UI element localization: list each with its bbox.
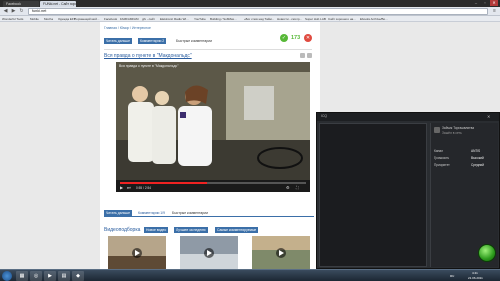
filter-best-week[interactable]: Лучшее за неделю <box>174 227 208 233</box>
start-button[interactable] <box>2 271 12 281</box>
icq-window[interactable]: ICQ ✕ Зайчик Торгашвлитва Зашёл в сеть К… <box>316 112 500 269</box>
browser-toolbar: ◀ ▶ ↻ funki.net ≡ <box>0 7 500 16</box>
filter-new-videos[interactable]: Новое видео <box>144 227 169 233</box>
read-more-button-2[interactable]: Читать дальше <box>104 210 132 216</box>
info-icon[interactable] <box>307 53 312 58</box>
reload-icon[interactable]: ↻ <box>18 8 25 15</box>
explorer-icon[interactable]: ▦ <box>16 271 28 281</box>
chat-pane[interactable] <box>319 123 427 267</box>
thumbnail-image <box>180 236 238 270</box>
breadcrumb[interactable]: Главная / Юмор / Интересное <box>104 26 151 30</box>
comments-button[interactable]: Комментарии 2 <box>138 38 167 44</box>
folder-icon[interactable]: ▤ <box>58 271 70 281</box>
tray-lang[interactable]: RU <box>450 274 454 278</box>
contact-status: Зашёл в сеть <box>442 131 462 135</box>
bookmark-item[interactable]: Mocha <box>44 16 53 22</box>
video-thumbnail[interactable] <box>252 236 310 270</box>
label-volume: Громкость <box>434 156 450 160</box>
quick-comments-tab[interactable]: Быстрые комментарии <box>172 210 208 216</box>
green-status-orb[interactable] <box>478 244 496 262</box>
video-thumbnail[interactable] <box>108 236 166 270</box>
app-title: ICQ <box>321 114 328 118</box>
label-priority: Приоритет <box>434 163 450 167</box>
close-icon[interactable]: ✕ <box>490 0 498 6</box>
forward-icon[interactable]: ▶ <box>10 8 17 15</box>
clock-time[interactable]: 4:41 <box>472 271 478 275</box>
like-button[interactable]: ✓ <box>280 34 288 42</box>
value-channel[interactable]: ANTiS <box>471 149 480 153</box>
taskbar: ▦ ◎ ▶ ▤ ◆ RU 4:41 21.06.2011 <box>0 269 500 281</box>
video-thumbnail[interactable] <box>180 236 238 270</box>
label-channel: Канал <box>434 149 444 153</box>
bookmark-item[interactable]: Порхающий мой... <box>74 16 99 22</box>
comments-tab[interactable]: Комментарии 1/9 <box>138 210 165 216</box>
videos-section-title: Видеоподборка <box>104 227 141 233</box>
settings-icon[interactable]: ⚙ <box>286 185 290 191</box>
bookmark-item[interactable]: Mobile <box>30 16 39 22</box>
value-volume[interactable]: Высокий <box>471 156 484 160</box>
app-close-icon[interactable]: ✕ <box>487 114 490 119</box>
video-title: Вся правда о пункте в "Макдональдс" <box>119 64 179 68</box>
wrench-icon[interactable]: ≡ <box>491 8 498 15</box>
avatar <box>434 127 440 133</box>
contact-name: Зайчик Торгашвлитва <box>442 126 475 130</box>
bookmark-item[interactable]: Одежда EFT <box>58 16 76 22</box>
read-more-button[interactable]: Читать дальше <box>104 38 132 44</box>
minimize-icon[interactable]: – <box>472 0 480 6</box>
thumbnail-image <box>252 236 310 270</box>
dislike-button[interactable]: ✕ <box>304 34 312 42</box>
address-bar[interactable]: funki.net <box>28 8 488 15</box>
share-icon[interactable] <box>300 53 305 58</box>
bookmark-item[interactable]: Wonderful Tools <box>2 16 23 22</box>
video-frame[interactable]: Вся правда о пункте в "Макдональдс" <box>116 62 310 180</box>
next-icon[interactable]: ⏭ <box>127 185 131 191</box>
maximize-icon[interactable]: ▫ <box>481 0 489 6</box>
comment-tabs: Читать дальше Комментарии 1/9 Быстрые ко… <box>104 210 314 217</box>
quick-comments-link[interactable]: Быстрые комментарии <box>176 38 212 44</box>
player-controls: ▶ ⏭ 0:55 / 2:54 ⚙ ⛶ <box>116 180 310 192</box>
bookmark-item[interactable]: Сайт хорошего на... <box>328 16 356 22</box>
player-time: 0:55 / 2:54 <box>136 186 152 190</box>
divider <box>104 49 312 50</box>
bookmark-item[interactable]: Ebooks Archive/Bo... <box>360 16 388 22</box>
back-icon[interactable]: ◀ <box>2 8 9 15</box>
media-icon[interactable]: ▶ <box>44 271 56 281</box>
clock-date[interactable]: 21.06.2011 <box>468 276 483 280</box>
progress-fill <box>120 182 208 184</box>
thumbnail-image <box>108 236 166 270</box>
post-title[interactable]: Вся правда о пункте в "Макдональдс" <box>104 53 192 59</box>
progress-bar[interactable] <box>120 182 306 184</box>
fullscreen-icon[interactable]: ⛶ <box>296 185 299 191</box>
app-icon[interactable]: ◆ <box>72 271 84 281</box>
value-priority[interactable]: Средний <box>471 163 484 167</box>
filter-most-commented[interactable]: Самые комментируемые <box>215 227 259 233</box>
app-titlebar[interactable]: ICQ ✕ <box>317 113 499 121</box>
play-icon[interactable]: ▶ <box>120 185 123 191</box>
chrome-icon[interactable]: ◎ <box>30 271 42 281</box>
like-count: 173 <box>291 35 301 41</box>
browser-tabstrip: Facebook FUNki.net - Сайт хорошег... – ▫… <box>0 0 500 7</box>
video-player[interactable]: Вся правда о пункте в "Макдональдс" ▶ ⏭ … <box>116 62 310 192</box>
video-scene <box>116 62 310 180</box>
